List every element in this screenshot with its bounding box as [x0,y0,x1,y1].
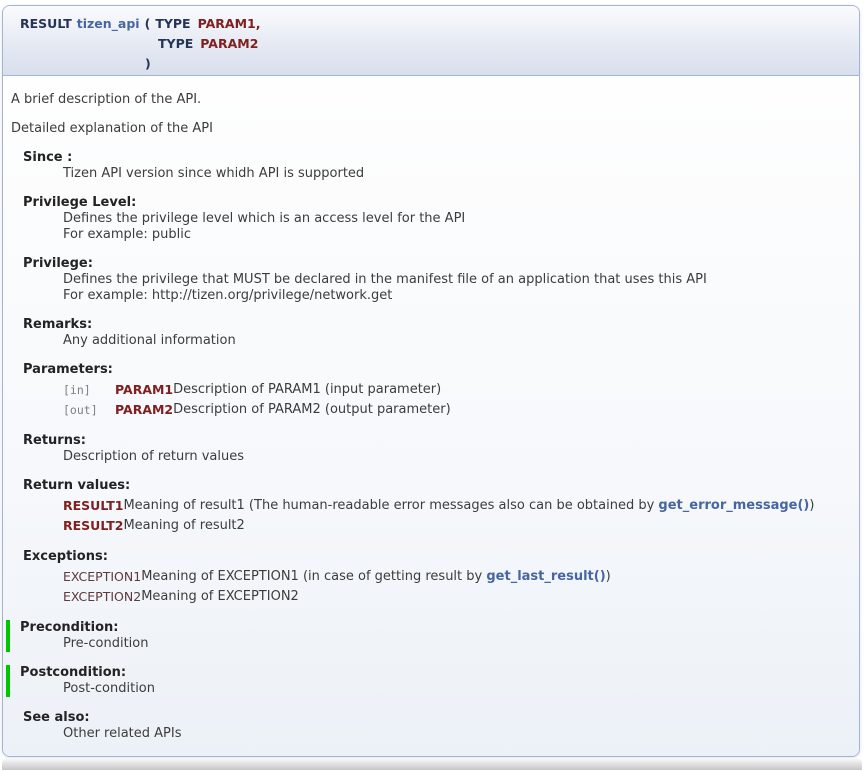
privilege-level-line1: Defines the privilege level which is an … [63,211,851,227]
get-last-result-link[interactable]: get_last_result() [486,569,605,584]
param2-name: PARAM2 [200,36,258,51]
parameters-table: [in] PARAM1 Description of PARAM1 (input… [63,380,451,420]
privilege-level-line2: For example: public [63,227,851,243]
param-direction: [in] [63,380,115,400]
retval-description: Meaning of result1 (The human-readable e… [123,496,814,516]
detailed-description: Detailed explanation of the API [11,121,851,137]
param-direction: [out] [63,400,115,420]
exception-description: Meaning of EXCEPTION1 (in case of gettin… [141,567,611,587]
param-description: Description of PARAM1 (input parameter) [173,380,451,400]
retval-name: RESULT2 [63,516,123,536]
return-type: RESULT [20,16,72,31]
exception-row: EXCEPTION1 Meaning of EXCEPTION1 (in cas… [63,567,611,587]
parameters-title: Parameters: [23,362,851,378]
privilege-line1: Defines the privilege that MUST be decla… [63,272,851,288]
retval-desc-tail: ) [809,498,814,513]
param-name: PARAM1 [115,380,173,400]
precondition-title: Precondition: [20,620,851,636]
param1-name: PARAM1, [198,16,261,31]
exceptions-title: Exceptions: [23,549,851,565]
section-return-values: Return values: RESULT1 Meaning of result… [23,478,851,536]
section-parameters: Parameters: [in] PARAM1 Description of P… [23,362,851,420]
param-row: [out] PARAM2 Description of PARAM2 (outp… [63,400,451,420]
api-function-block: RESULT tizen_api ( TYPE PARAM1, TYPE PARAM2 )… [2,5,860,757]
returns-text: Description of return values [63,449,851,465]
retval-row: RESULT1 Meaning of result1 (The human-re… [63,496,814,516]
return-values-title: Return values: [23,478,851,494]
privilege-level-title: Privilege Level: [23,195,851,211]
since-text: Tizen API version since whidh API is sup… [63,166,851,182]
privilege-line2: For example: http://tizen.org/privilege/… [63,288,851,304]
param-row: [in] PARAM1 Description of PARAM1 (input… [63,380,451,400]
exceptions-table: EXCEPTION1 Meaning of EXCEPTION1 (in cas… [63,567,611,607]
exception-name: EXCEPTION1 [63,567,141,587]
section-exceptions: Exceptions: EXCEPTION1 Meaning of EXCEPT… [23,549,851,607]
param2-type: TYPE [158,36,193,51]
get-error-message-link[interactable]: get_error_message() [658,498,809,513]
param-name: PARAM2 [115,400,173,420]
section-precondition: Precondition: Pre-condition [6,620,851,652]
remarks-title: Remarks: [23,317,851,333]
open-paren: ( [145,16,151,31]
section-see-also: See also: Other related APIs [23,710,851,742]
exception-desc-tail: ) [606,569,611,584]
retval-desc-text: Meaning of result1 (The human-readable e… [123,498,658,513]
close-paren: ) [145,56,151,71]
section-since: Since : Tizen API version since whidh AP… [23,150,851,182]
function-name-link[interactable]: tizen_api [77,16,140,31]
param-description: Description of PARAM2 (output parameter) [173,400,451,420]
section-postcondition: Postcondition: Post-condition [6,665,851,697]
retval-row: RESULT2 Meaning of result2 [63,516,814,536]
postcondition-text: Post-condition [63,681,851,697]
signature-line-1: RESULT tizen_api ( TYPE PARAM1, [20,14,859,34]
precondition-text: Pre-condition [63,636,851,652]
exception-description: Meaning of EXCEPTION2 [141,587,611,607]
postcondition-title: Postcondition: [20,665,851,681]
section-returns: Returns: Description of return values [23,433,851,465]
since-title: Since : [23,150,851,166]
returns-title: Returns: [23,433,851,449]
retval-description: Meaning of result2 [123,516,814,536]
function-signature: RESULT tizen_api ( TYPE PARAM1, TYPE PARAM2 ) [3,6,859,76]
exception-name: EXCEPTION2 [63,587,141,607]
privilege-title: Privilege: [23,256,851,272]
see-also-title: See also: [23,710,851,726]
footer-gradient-bar [2,758,862,770]
signature-line-2: TYPE PARAM2 [158,34,859,54]
retval-name: RESULT1 [63,496,123,516]
return-values-table: RESULT1 Meaning of result1 (The human-re… [63,496,814,536]
brief-description: A brief description of the API. [11,92,851,108]
section-remarks: Remarks: Any additional information [23,317,851,349]
section-privilege: Privilege: Defines the privilege that MU… [23,256,851,304]
exception-desc-text: Meaning of EXCEPTION1 (in case of gettin… [141,569,486,584]
function-documentation: A brief description of the API. Detailed… [3,76,859,757]
exception-row: EXCEPTION2 Meaning of EXCEPTION2 [63,587,611,607]
section-privilege-level: Privilege Level: Defines the privilege l… [23,195,851,243]
signature-line-3: ) [145,54,859,74]
remarks-text: Any additional information [63,333,851,349]
param1-type: TYPE [155,16,190,31]
see-also-text: Other related APIs [63,726,851,742]
